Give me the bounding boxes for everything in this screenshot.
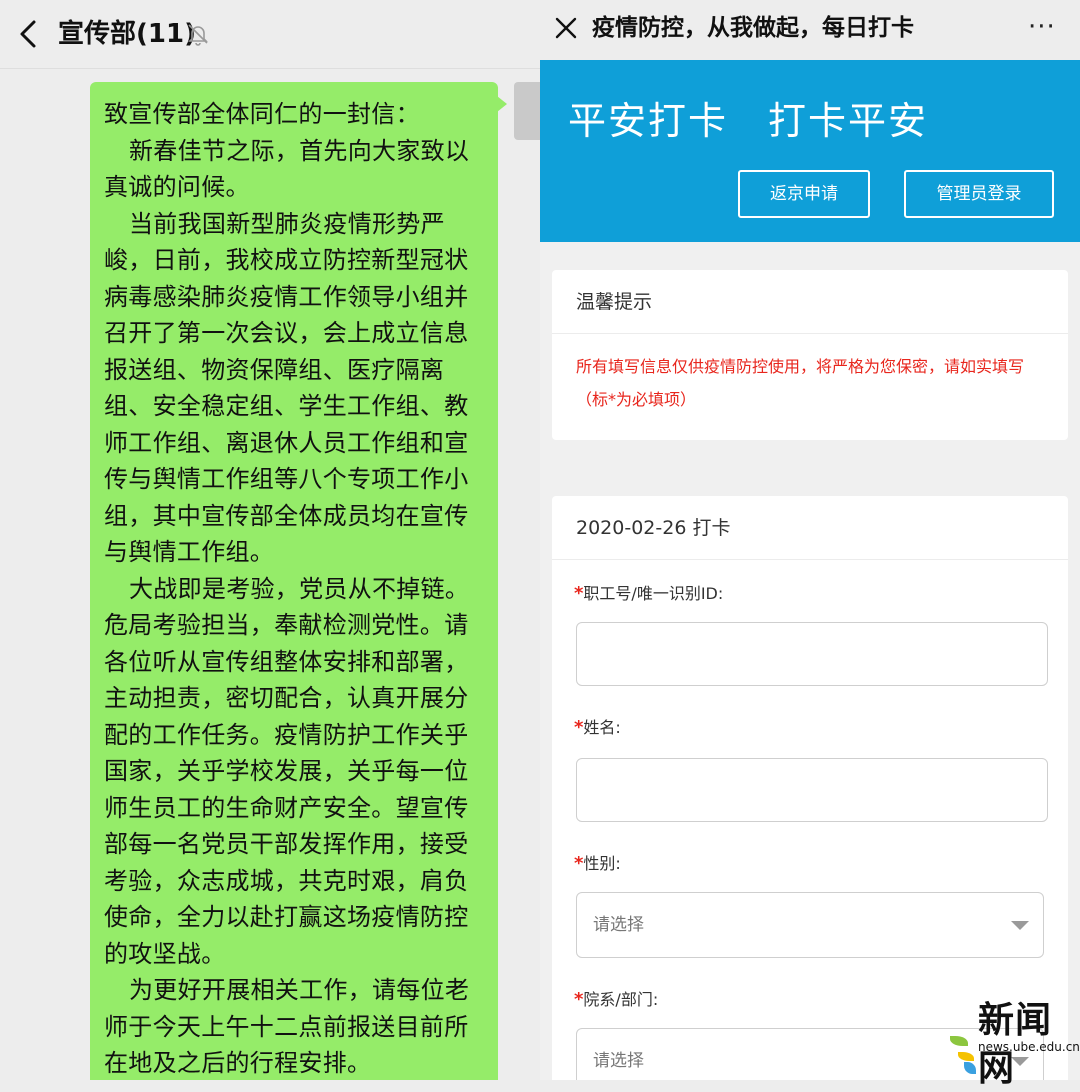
chat-panel: 宣传部(11) 致宣传部全体同仁的一封信： 新春佳节之际，首先向大家致以真诚的问… [0,0,540,1080]
chat-title: 宣传部(11) [58,19,196,49]
close-icon[interactable] [554,14,578,42]
department-select-value: 请选择 [593,1051,644,1071]
field-label-gender: *性别: [574,853,621,874]
message-paragraph: 新春佳节之际，首先向大家致以真诚的问候。 [104,136,470,202]
message-paragraph: 为更好开展相关工作，请每位老师于今天上午十二点前报送目前所在地及之后的行程安排。 [104,976,470,1077]
more-icon[interactable]: ··· [1028,14,1056,40]
check-in-form: 2020-02-26 打卡 *职工号/唯一识别ID: *姓名: *性别: 请选择… [552,496,1068,1080]
tip-text: 所有填写信息仅供疫情防控使用，将严格为您保密，请如实填写（标*为必填项） [576,357,1025,409]
banner-title: 平安打卡 打卡平安 [568,99,929,143]
header-dot: . [540,12,542,42]
tip-card: 温馨提示 所有填写信息仅供疫情防控使用，将严格为您保密，请如实填写（标*为必填项… [552,270,1068,440]
staff-id-input[interactable] [576,622,1048,686]
gender-select-value: 请选择 [593,915,644,935]
message-bubble[interactable]: 致宣传部全体同仁的一封信： 新春佳节之际，首先向大家致以真诚的问候。 当前我国新… [90,82,507,1080]
bubble-tail [497,96,507,112]
required-mark: * [574,717,584,738]
field-label-name: *姓名: [574,717,621,738]
chat-header: 宣传部(11) [0,0,540,69]
required-mark: * [574,853,584,874]
required-mark: * [574,989,584,1010]
mini-program-title: 疫情防控，从我做起，每日打卡 [592,15,914,41]
mini-program-header: . 疫情防控，从我做起，每日打卡 ··· [540,0,1080,60]
name-input[interactable] [576,758,1048,822]
bell-off-icon [188,24,208,46]
leaf-icon [958,1052,974,1061]
chevron-left-icon[interactable] [14,16,44,52]
required-mark: * [574,583,584,604]
tip-heading: 温馨提示 [552,270,1068,334]
message-paragraph: 当前我国新型肺炎疫情形势严峻，日前，我校成立防控新型冠状病毒感染肺炎疫情工作领导… [104,209,469,567]
gender-select[interactable]: 请选择 [576,892,1044,958]
watermark-url: news.ube.edu.cn [978,1040,1080,1054]
message-greeting: 致宣传部全体同仁的一封信： [104,100,420,128]
return-to-beijing-button[interactable]: 返京申请 [738,170,870,218]
news-watermark: 新闻网 news.ube.edu.cn [944,996,1080,1089]
field-label-department: *院系/部门: [574,989,659,1010]
form-heading: 2020-02-26 打卡 [552,496,1068,560]
message-paragraph: 大战即是考验，党员从不掉链。危局考验担当，奉献检测党性。请各位听从宣传组整体安排… [104,574,470,968]
leaf-icon [964,1062,976,1074]
admin-login-button[interactable]: 管理员登录 [904,170,1054,218]
field-label-id: *职工号/唯一识别ID: [574,583,724,604]
caret-down-icon [1011,921,1029,930]
mini-program-panel: . 疫情防控，从我做起，每日打卡 ··· 平安打卡 打卡平安 返京申请 管理员登… [540,0,1080,1080]
banner: 平安打卡 打卡平安 返京申请 管理员登录 [540,60,1080,242]
leaf-icon [950,1036,968,1046]
avatar[interactable] [514,82,540,140]
